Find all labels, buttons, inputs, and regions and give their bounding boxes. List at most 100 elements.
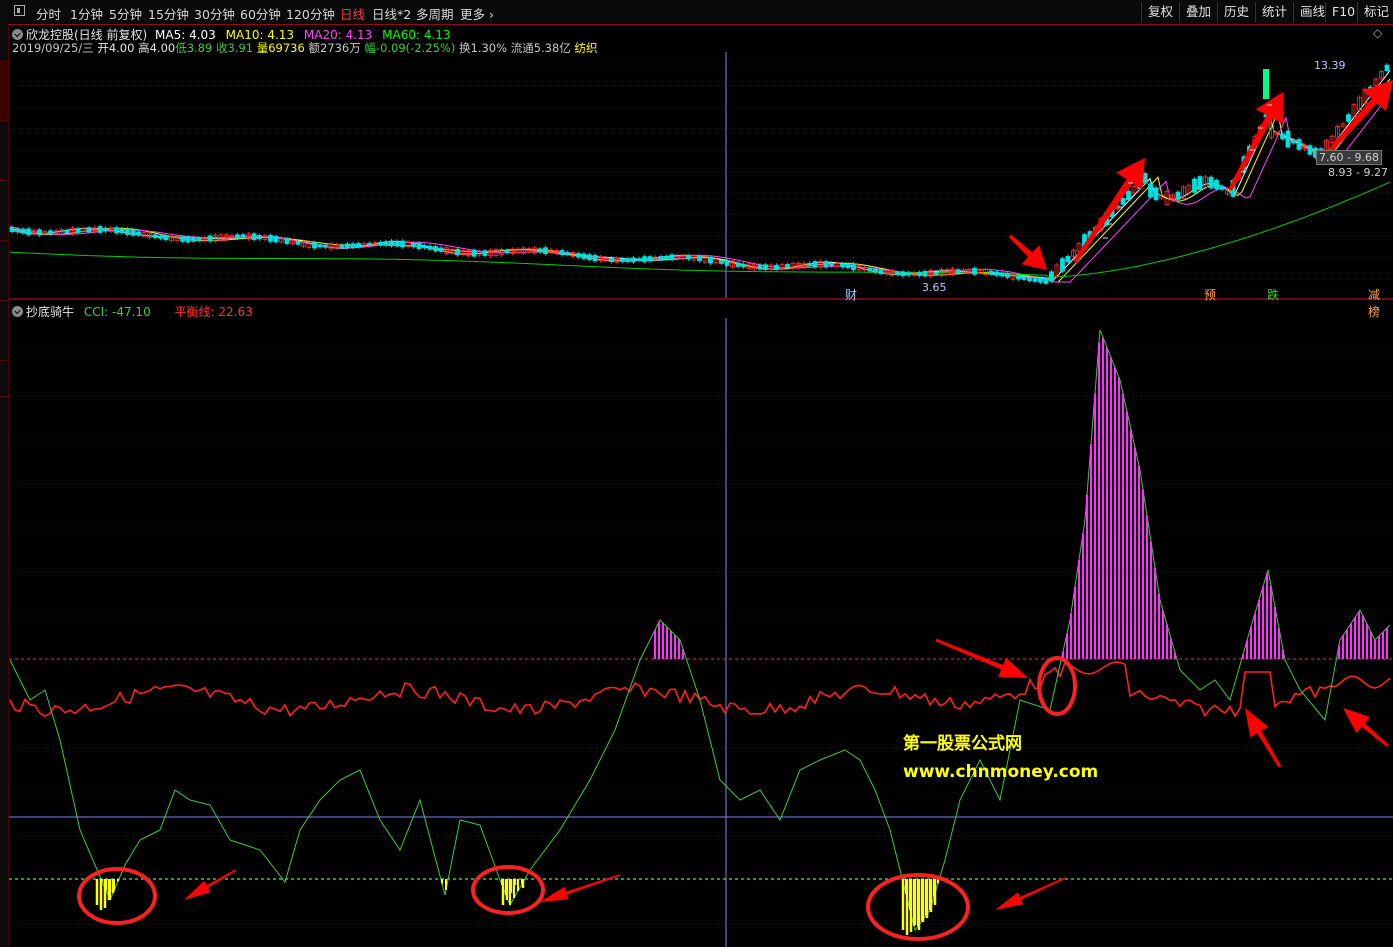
candle-body bbox=[20, 228, 26, 234]
candle-body bbox=[873, 268, 878, 273]
candle-body bbox=[1263, 69, 1269, 99]
candle-body bbox=[1148, 183, 1153, 198]
indicator-name: 抄底骑牛 bbox=[26, 305, 75, 319]
candle-body bbox=[268, 234, 273, 242]
price-range-box-2: 8.93 - 9.27 bbox=[1328, 166, 1388, 179]
candle-body bbox=[394, 240, 400, 247]
candle-body bbox=[284, 238, 290, 245]
candle-body bbox=[48, 230, 53, 235]
annotation-arrow bbox=[184, 869, 237, 900]
bar-high: 高4.00 bbox=[138, 41, 176, 55]
arrow-shape bbox=[184, 869, 237, 900]
candle-body bbox=[295, 241, 301, 245]
candle-body bbox=[1153, 187, 1159, 201]
candle-body bbox=[878, 269, 884, 274]
candle-body bbox=[592, 254, 598, 262]
candle-body bbox=[807, 262, 812, 267]
candle-body bbox=[735, 262, 741, 267]
candle-body bbox=[1291, 140, 1296, 144]
candle-body bbox=[1175, 191, 1181, 200]
candle-body bbox=[988, 270, 994, 275]
arrow-shape bbox=[1245, 708, 1282, 768]
bar-amount: 额2736万 bbox=[308, 41, 361, 55]
bar-change: 幅-0.09(-2.25%) bbox=[364, 41, 456, 55]
candle-body bbox=[26, 228, 31, 235]
candle-body bbox=[845, 263, 851, 269]
candle-body bbox=[1043, 277, 1049, 284]
candle-body bbox=[251, 233, 257, 241]
price-high-label: 13.39 bbox=[1314, 59, 1346, 72]
candle-body bbox=[37, 229, 42, 236]
candle-body bbox=[438, 247, 444, 252]
main-ma-lines bbox=[9, 70, 1391, 283]
diamond-icon[interactable]: ◇ bbox=[1373, 26, 1382, 40]
candle-body bbox=[559, 250, 565, 256]
candle-body bbox=[895, 271, 900, 276]
balance-line bbox=[9, 661, 1391, 718]
candle-body bbox=[411, 242, 416, 248]
candle-body bbox=[829, 262, 834, 267]
price-range-box-1: 7.60 - 9.68 bbox=[1316, 150, 1382, 165]
candle-body bbox=[455, 248, 460, 256]
candle-body bbox=[75, 228, 81, 233]
watermark-title: 第一股票公式网 bbox=[903, 734, 1022, 754]
annotation-arrow bbox=[540, 874, 621, 902]
candle-body bbox=[1120, 197, 1126, 205]
bar-float-cap: 流通5.38亿 bbox=[510, 41, 571, 55]
candle-body bbox=[1208, 176, 1214, 189]
arrow-shape bbox=[995, 877, 1066, 910]
candle-body bbox=[312, 242, 317, 249]
candle-body bbox=[86, 227, 92, 233]
candle-body bbox=[273, 236, 279, 243]
chart-settings-icon[interactable] bbox=[12, 29, 23, 40]
indicator-settings-icon[interactable] bbox=[12, 306, 23, 317]
candle-body bbox=[631, 257, 636, 263]
candle-body bbox=[906, 272, 911, 276]
marker-yu[interactable]: 预 bbox=[1201, 286, 1219, 303]
candle-body bbox=[587, 254, 592, 261]
chart-canvas[interactable] bbox=[0, 0, 1393, 947]
candle-body bbox=[64, 229, 70, 233]
cci-value: -47.10 bbox=[112, 305, 151, 319]
balance-label: 平衡线: 22.63 bbox=[175, 305, 253, 319]
indicator-legend: 抄底骑牛 CCI: -47.10 平衡线: 22.63 bbox=[12, 303, 253, 320]
candle-body bbox=[317, 244, 323, 248]
annotation-arrow bbox=[1008, 234, 1047, 270]
candle-body bbox=[1142, 173, 1148, 184]
candle-body bbox=[1285, 130, 1291, 148]
candle-body bbox=[823, 261, 829, 268]
annotation-arrow bbox=[1073, 158, 1145, 264]
candle-body bbox=[609, 257, 614, 263]
candle-body bbox=[339, 244, 345, 248]
bar-date: 2019/09/25/三 bbox=[12, 41, 94, 55]
marker-cai[interactable]: 财 bbox=[842, 286, 860, 303]
candle-body bbox=[840, 263, 845, 268]
candle-body bbox=[658, 256, 664, 260]
candle-body bbox=[994, 271, 999, 276]
bar-volume: 量69736 bbox=[256, 41, 305, 55]
candle-body bbox=[785, 264, 790, 269]
candle-body bbox=[576, 253, 581, 258]
candle-body bbox=[158, 235, 163, 239]
watermark-url: www.chnmoney.com bbox=[903, 762, 1099, 782]
candle-body bbox=[15, 228, 20, 233]
arrow-shape bbox=[1343, 708, 1389, 748]
marker-die[interactable]: 跌 bbox=[1264, 286, 1282, 303]
candle-body bbox=[350, 243, 356, 248]
candle-body bbox=[955, 269, 961, 274]
annotation-circle bbox=[77, 867, 157, 925]
candle-body bbox=[724, 260, 730, 266]
marker-jian[interactable]: 减榜 bbox=[1365, 286, 1393, 320]
candle-body bbox=[427, 245, 433, 250]
candle-body bbox=[207, 235, 213, 242]
candle-body bbox=[851, 263, 856, 271]
candle-body bbox=[1027, 276, 1032, 282]
candle-body bbox=[922, 270, 928, 277]
candle-body bbox=[1280, 133, 1285, 139]
bar-open: 开4.00 bbox=[97, 41, 135, 55]
ma5-line bbox=[9, 70, 1391, 280]
price-low-label: 3.65 bbox=[922, 281, 947, 294]
candle-body bbox=[180, 236, 185, 242]
annotation-arrow bbox=[995, 877, 1066, 910]
candle-body bbox=[1346, 114, 1351, 122]
